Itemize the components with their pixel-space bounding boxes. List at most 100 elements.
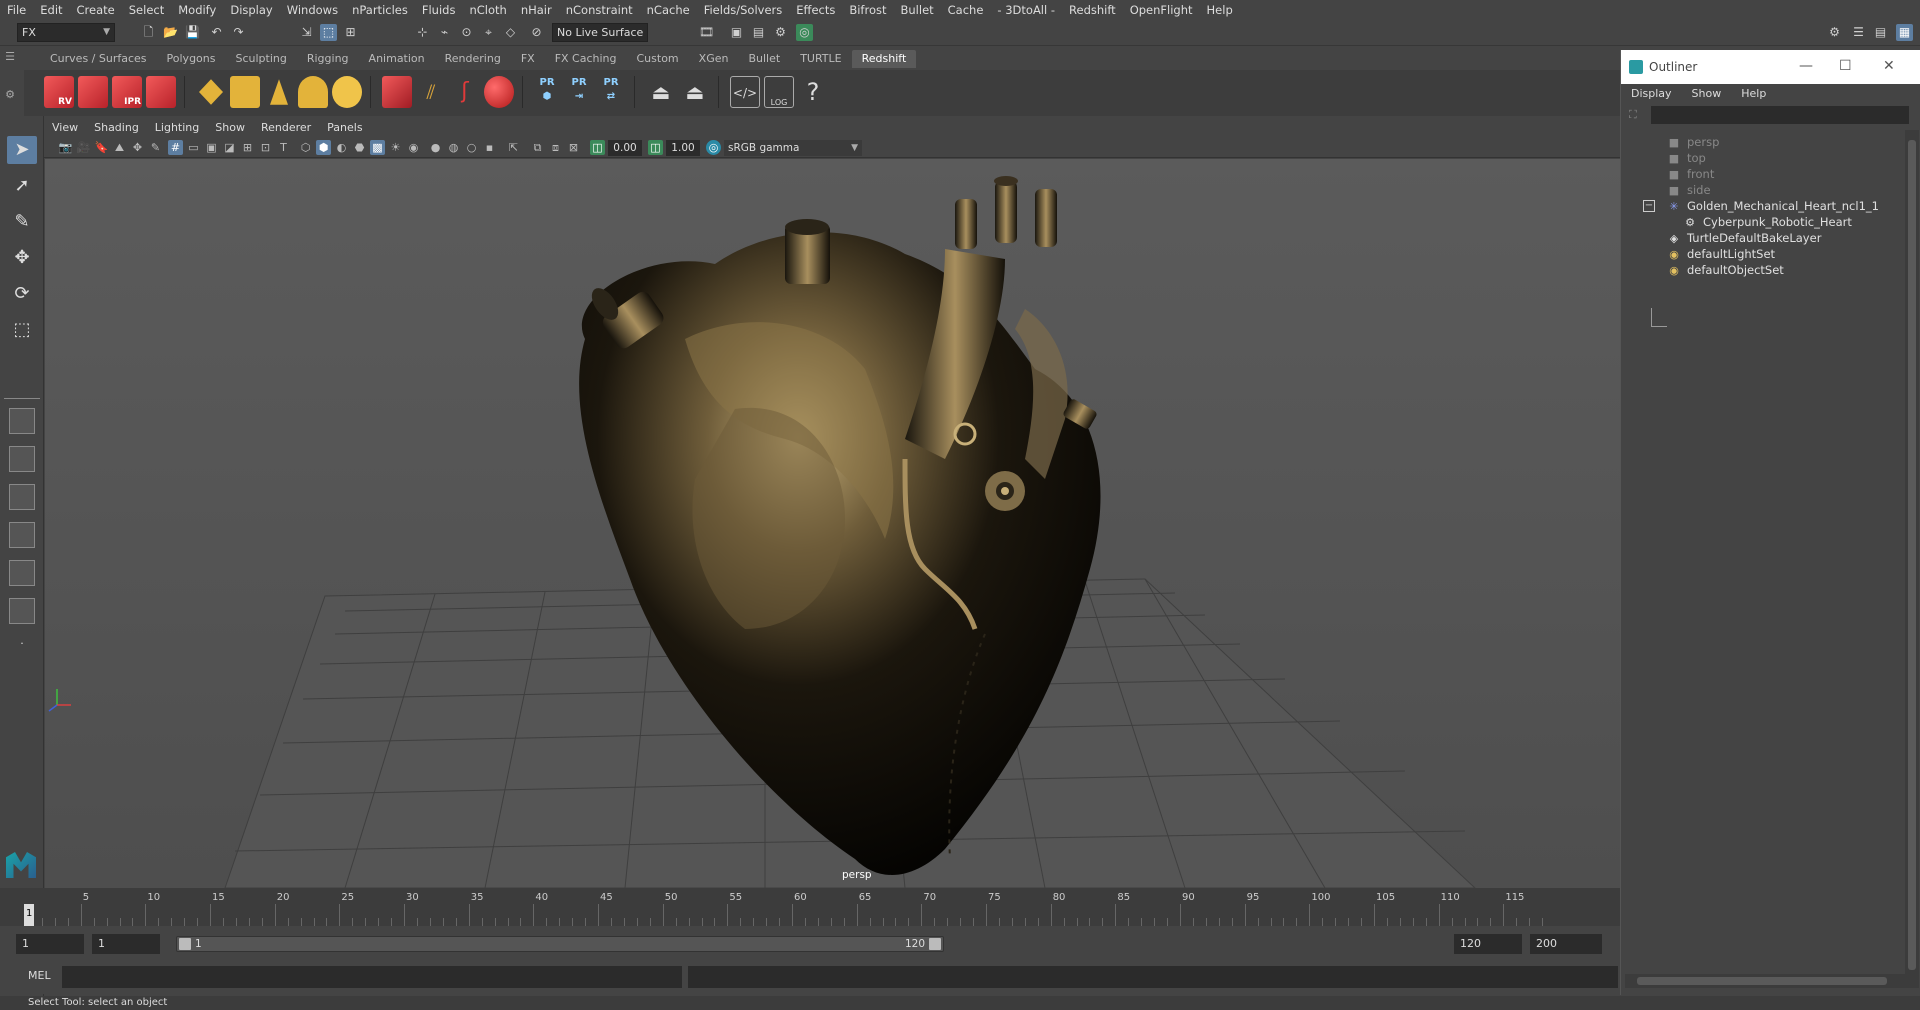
maximize-icon[interactable]: ☐: [1839, 58, 1852, 74]
make-live-icon[interactable]: ⊘: [528, 24, 545, 41]
exposure-toggle-icon[interactable]: ◫: [590, 140, 605, 155]
scale-tool-icon[interactable]: ⬚: [7, 316, 37, 344]
menu-display[interactable]: Display: [223, 0, 279, 20]
custom-layout-icon[interactable]: [9, 598, 35, 624]
outliner-horizontal-scrollbar[interactable]: [1625, 974, 1905, 988]
select-object-icon[interactable]: ⬚: [320, 24, 337, 41]
dome-light-icon[interactable]: [298, 76, 328, 108]
shelf-tab-rendering[interactable]: Rendering: [435, 50, 511, 68]
redo-icon[interactable]: ↷: [230, 24, 247, 41]
menu-nparticles[interactable]: nParticles: [345, 0, 415, 20]
panel-menu-lighting[interactable]: Lighting: [147, 118, 207, 138]
field-chart-icon[interactable]: ⊞: [240, 140, 255, 155]
menu-nhair[interactable]: nHair: [514, 0, 559, 20]
lasso-tool-icon[interactable]: ➚: [7, 172, 37, 200]
safe-action-icon[interactable]: ⊡: [258, 140, 273, 155]
playback-start-field[interactable]: 1: [92, 934, 160, 954]
shelf-tab-redshift[interactable]: Redshift: [851, 50, 917, 68]
textured-icon[interactable]: ▩: [370, 140, 385, 155]
render-settings-icon[interactable]: ⚙: [772, 24, 789, 41]
material-sphere-icon[interactable]: [484, 76, 514, 108]
shelf-tab-fx-caching[interactable]: FX Caching: [545, 50, 627, 68]
redshift-render-view-icon[interactable]: RV: [44, 76, 74, 108]
outliner-menu-show[interactable]: Show: [1682, 84, 1732, 104]
outliner-menu-display[interactable]: Display: [1621, 84, 1682, 104]
perspective-viewport[interactable]: persp: [45, 159, 1620, 888]
outliner-toggle-icon[interactable]: ▦: [1896, 24, 1913, 41]
snap-grid-icon[interactable]: ⊹: [414, 24, 431, 41]
wireframe-on-shaded-icon[interactable]: ⬣: [352, 140, 367, 155]
panel-menu-shading[interactable]: Shading: [86, 118, 147, 138]
gamma-toggle-icon[interactable]: ◫: [648, 140, 663, 155]
portal-light-icon[interactable]: [230, 76, 260, 108]
render-current-icon[interactable]: ▣: [728, 24, 745, 41]
proxy-export-icon[interactable]: [382, 76, 412, 108]
panel-menu-show[interactable]: Show: [207, 118, 253, 138]
menu-select[interactable]: Select: [122, 0, 171, 20]
default-material-icon[interactable]: ◐: [334, 140, 349, 155]
view-transform-dropdown[interactable]: sRGB gamma ▼: [724, 140, 862, 156]
range-end-handle[interactable]: [929, 938, 941, 950]
command-input[interactable]: [62, 966, 682, 988]
shelf-tab-rigging[interactable]: Rigging: [297, 50, 359, 68]
persp-outliner-layout-icon[interactable]: [9, 484, 35, 510]
bookmark-icon[interactable]: 🔖: [94, 140, 109, 155]
range-start-handle[interactable]: [179, 938, 191, 950]
snap-point-icon[interactable]: ⊙: [458, 24, 475, 41]
select-camera-icon[interactable]: 📷: [58, 140, 73, 155]
time-slider[interactable]: 5 10 15 20 25 30 35 40 45 50 55 60 65 70 75 80 85 90 95 100…: [0, 888, 1620, 926]
shelf-tab-curves-surfaces[interactable]: Curves / Surfaces: [40, 50, 157, 68]
pr-export-icon[interactable]: PR ⇥: [564, 76, 594, 108]
panel-menu-renderer[interactable]: Renderer: [253, 118, 319, 138]
select-tool-icon[interactable]: ➤: [7, 136, 37, 164]
grease-pencil-icon[interactable]: ✎: [148, 140, 163, 155]
menu-modify[interactable]: Modify: [171, 0, 223, 20]
shelf-tab-bullet[interactable]: Bullet: [738, 50, 790, 68]
menu-bullet[interactable]: Bullet: [894, 0, 941, 20]
menu-redshift[interactable]: Redshift: [1062, 0, 1123, 20]
ambient-occlusion-icon[interactable]: ▪: [482, 140, 497, 155]
persp-hypergraph-layout-icon[interactable]: [9, 560, 35, 586]
toolbox-more-icon[interactable]: ·: [7, 630, 37, 658]
multisample-icon[interactable]: ⧈: [548, 140, 563, 155]
four-view-layout-icon[interactable]: [9, 446, 35, 472]
render-view-icon[interactable]: 🎞: [698, 24, 715, 41]
ies-light-icon[interactable]: [270, 79, 288, 105]
redshift-render-icon[interactable]: [78, 76, 108, 108]
ipr-render-icon[interactable]: ▤: [750, 24, 767, 41]
new-scene-icon[interactable]: 🗋: [140, 24, 157, 41]
shelf-tab-fx[interactable]: FX: [511, 50, 545, 68]
modeling-toolkit-icon[interactable]: ☰: [1850, 24, 1867, 41]
shelf-settings-icon[interactable]: ⚙: [0, 88, 20, 104]
shelf-tab-polygons[interactable]: Polygons: [157, 50, 226, 68]
xray-icon[interactable]: ●: [428, 140, 443, 155]
end-time-field[interactable]: 200: [1530, 934, 1602, 954]
exposure-field[interactable]: 0.00: [608, 140, 642, 156]
resolution-gate-icon[interactable]: ▣: [204, 140, 219, 155]
paint-select-tool-icon[interactable]: ✎: [7, 208, 37, 236]
grid-toggle-icon[interactable]: #: [168, 140, 183, 155]
use-all-lights-icon[interactable]: ☀: [388, 140, 403, 155]
menu-file[interactable]: File: [0, 0, 33, 20]
menu-fluids[interactable]: Fluids: [415, 0, 463, 20]
pr-object-icon[interactable]: PR ⬢: [532, 76, 562, 108]
hair-icon[interactable]: ⫽: [416, 76, 446, 108]
undo-icon[interactable]: ↶: [208, 24, 225, 41]
shelf-tab-animation[interactable]: Animation: [359, 50, 435, 68]
panel-menu-view[interactable]: View: [44, 118, 86, 138]
two-d-pan-icon[interactable]: ✥: [130, 140, 145, 155]
attribute-editor-icon[interactable]: ▤: [1872, 24, 1889, 41]
script-icon[interactable]: </>: [730, 76, 760, 108]
shelf-tab-xgen[interactable]: XGen: [689, 50, 739, 68]
shelf-menu-icon[interactable]: ☰: [0, 50, 20, 66]
live-surface-field[interactable]: No Live Surface: [552, 23, 648, 42]
gamma-field[interactable]: 1.00: [666, 140, 700, 156]
menu-edit[interactable]: Edit: [33, 0, 69, 20]
workspace-icon[interactable]: ⚙: [1826, 24, 1843, 41]
menu-create[interactable]: Create: [70, 0, 122, 20]
menu-windows[interactable]: Windows: [280, 0, 345, 20]
minimize-icon[interactable]: —: [1799, 58, 1813, 74]
command-language-label[interactable]: MEL: [28, 969, 51, 982]
image-plane-icon[interactable]: ⛰: [112, 140, 127, 155]
log-icon[interactable]: LOG: [764, 76, 794, 108]
